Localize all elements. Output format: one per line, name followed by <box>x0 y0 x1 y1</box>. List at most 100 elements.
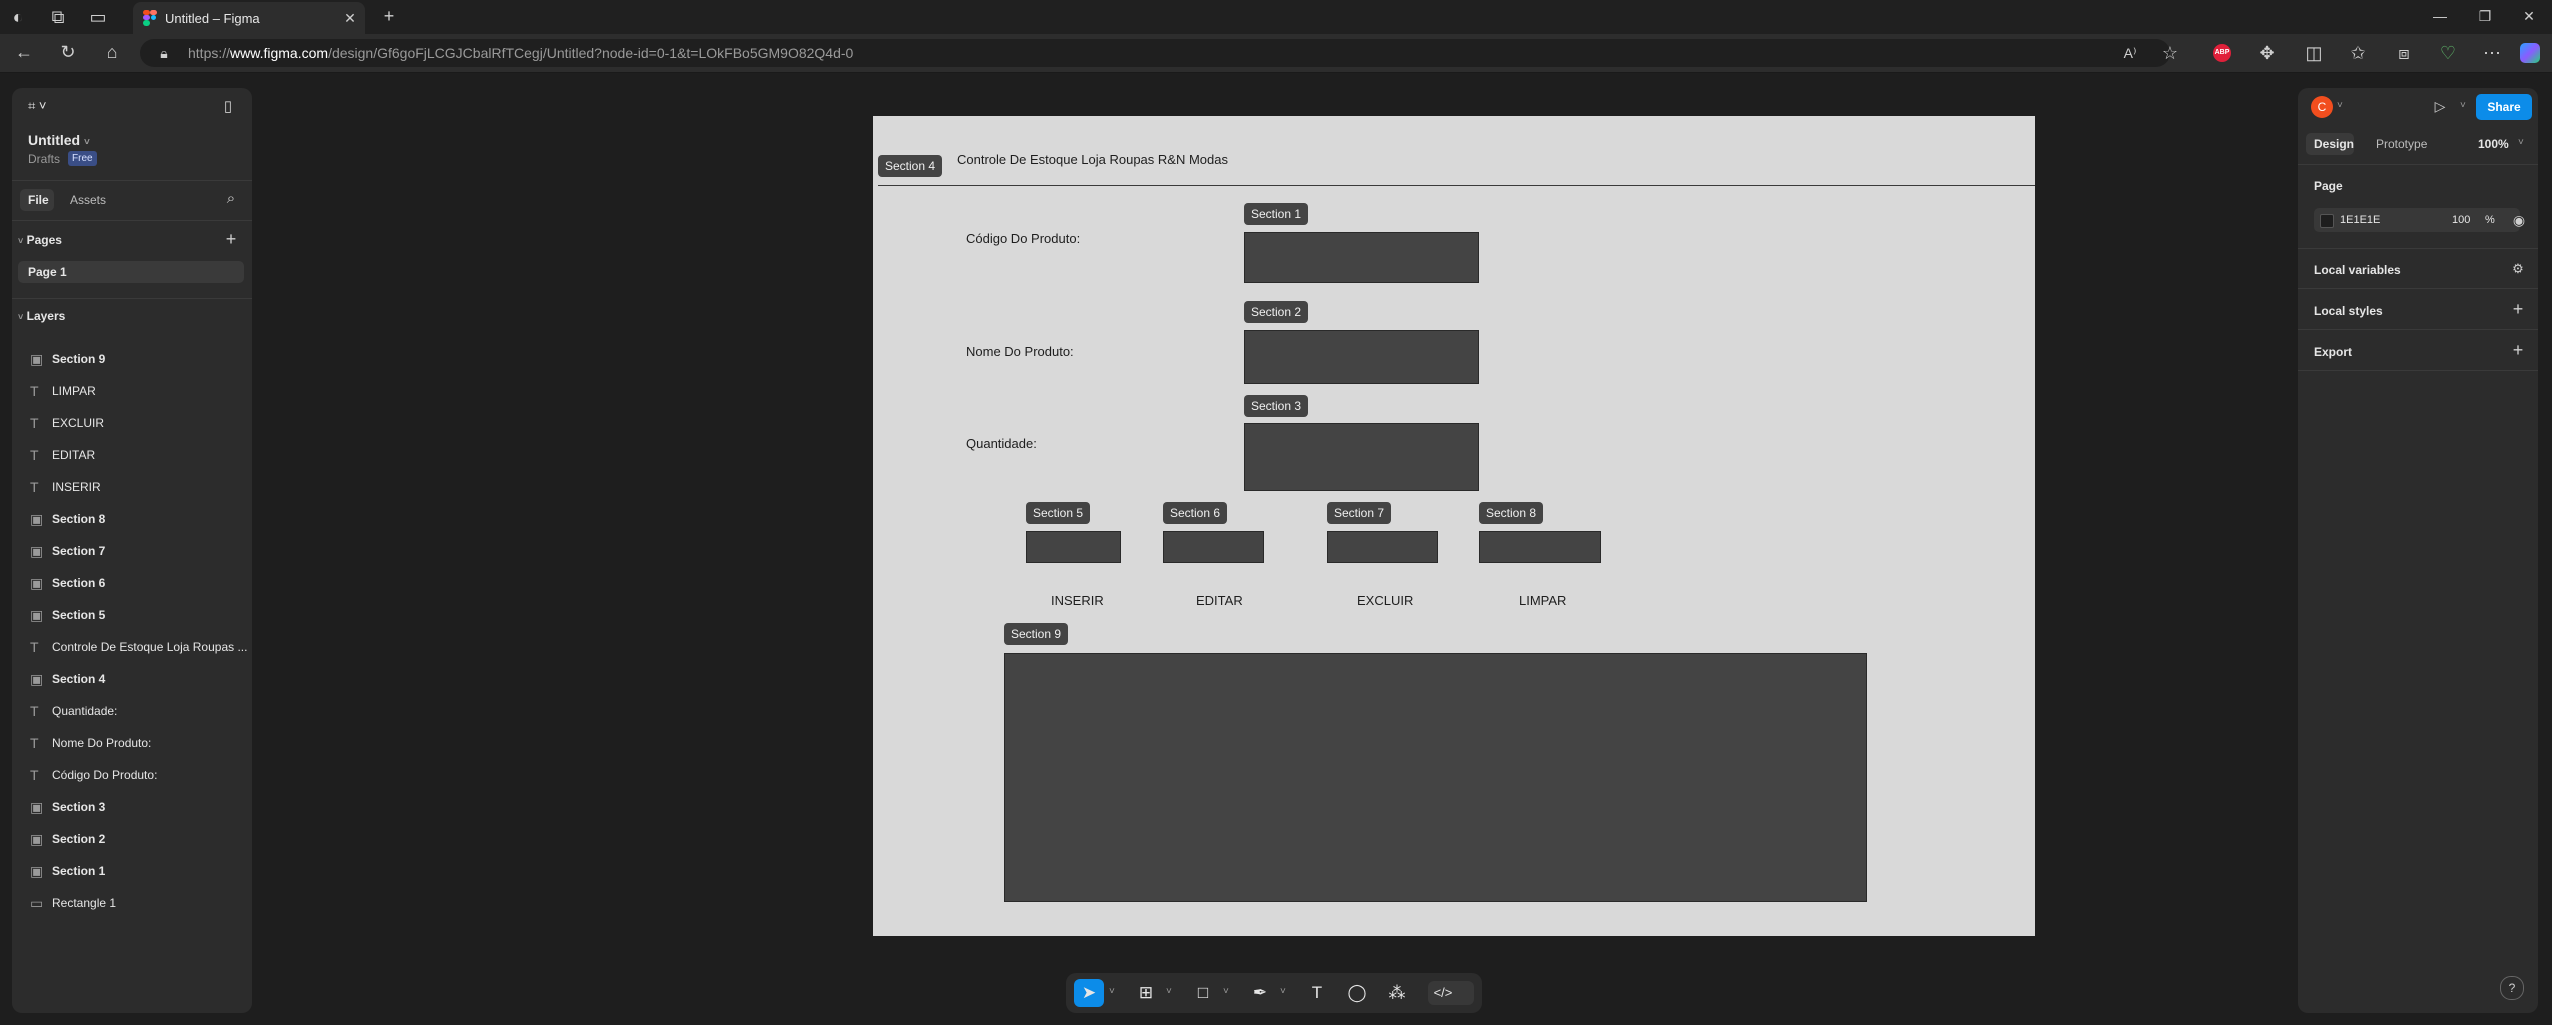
codigo-input-section[interactable] <box>1244 232 1479 283</box>
present-menu-chevron-icon[interactable]: ˅ <box>2460 100 2466 111</box>
url-text[interactable]: https://www.figma.com/design/Gf6goFjLCGJ… <box>188 45 853 61</box>
more-options-icon[interactable]: ⋯ <box>2480 43 2504 63</box>
layers-heading[interactable]: ˅ Layers <box>18 309 65 323</box>
new-tab-icon[interactable]: + <box>377 6 401 26</box>
figma-menu-icon[interactable]: ⌗ ˅ <box>28 98 47 114</box>
restore-icon[interactable]: ❐ <box>2473 6 2497 26</box>
avatar-menu-chevron-icon[interactable]: ˅ <box>2337 100 2343 111</box>
text-layer-icon: T <box>30 447 39 463</box>
move-tool-chevron-icon[interactable]: ˅ <box>1109 986 1115 997</box>
limpar-button-section[interactable] <box>1479 531 1601 563</box>
toggle-sidebar-icon[interactable]: ▯ <box>216 97 240 117</box>
page-color-hex[interactable]: 1E1E1E <box>2340 214 2380 226</box>
rectangle-tool-icon[interactable]: □ <box>1193 983 1213 1003</box>
editar-button-section[interactable] <box>1163 531 1264 563</box>
inserir-label[interactable]: INSERIR <box>1051 593 1104 608</box>
split-screen-icon[interactable]: ◫ <box>2302 43 2326 63</box>
shape-tool-chevron-icon[interactable]: ˅ <box>1223 986 1229 997</box>
lock-icon[interactable]: 🔒︎ <box>152 43 176 63</box>
variables-settings-icon[interactable]: ⚙ <box>2506 259 2530 279</box>
section-9-label[interactable]: Section 9 <box>1004 623 1069 645</box>
layer-label: Section 5 <box>52 608 106 622</box>
page-title[interactable]: Controle De Estoque Loja Roupas R&N Moda… <box>957 152 1228 167</box>
minimize-icon[interactable]: — <box>2428 6 2452 26</box>
local-variables-heading[interactable]: Local variables <box>2314 263 2401 277</box>
adblock-extension-icon[interactable]: ABP <box>2213 44 2231 62</box>
text-layer-icon: T <box>30 703 39 719</box>
favorite-star-icon[interactable]: ☆ <box>2158 43 2182 63</box>
back-icon[interactable]: ← <box>12 42 36 62</box>
results-table-section[interactable] <box>1004 653 1867 902</box>
nome-label[interactable]: Nome Do Produto: <box>966 344 1074 359</box>
excluir-label[interactable]: EXCLUIR <box>1357 593 1413 608</box>
home-icon[interactable]: ⌂ <box>100 42 124 62</box>
section-5-label[interactable]: Section 5 <box>1026 502 1091 524</box>
frame-tool-chevron-icon[interactable]: ˅ <box>1166 986 1172 997</box>
quantidade-label[interactable]: Quantidade: <box>966 436 1037 451</box>
frame-layer-icon: ▣ <box>30 671 44 687</box>
zoom-level[interactable]: 100% <box>2478 137 2509 151</box>
pen-tool-chevron-icon[interactable]: ˅ <box>1280 986 1286 997</box>
section-2-label[interactable]: Section 2 <box>1244 301 1309 323</box>
profile-icon[interactable]: ◐ <box>6 7 30 27</box>
text-layer-icon: T <box>30 383 39 399</box>
section-7-label[interactable]: Section 7 <box>1327 502 1392 524</box>
page-color-swatch[interactable] <box>2320 214 2334 228</box>
share-button[interactable]: Share <box>2476 94 2532 120</box>
frame-tool-icon[interactable]: ⊞ <box>1136 983 1156 1003</box>
reload-icon[interactable]: ↻ <box>56 42 80 62</box>
nome-input-section[interactable] <box>1244 330 1479 384</box>
file-location[interactable]: Drafts <box>28 152 60 166</box>
divider <box>12 298 252 299</box>
copilot-icon[interactable] <box>2520 43 2540 63</box>
add-page-icon[interactable]: + <box>219 229 243 249</box>
section-3-label[interactable]: Section 3 <box>1244 395 1309 417</box>
extensions-icon[interactable]: ✥ <box>2255 43 2279 63</box>
help-button[interactable]: ? <box>2500 976 2524 1000</box>
comment-tool-icon[interactable]: ◯ <box>1347 983 1367 1003</box>
inserir-button-section[interactable] <box>1026 531 1121 563</box>
quantidade-input-section[interactable] <box>1244 423 1479 491</box>
collections-icon[interactable]: ⧈ <box>2392 43 2416 63</box>
codigo-label[interactable]: Código Do Produto: <box>966 231 1080 246</box>
move-cursor-icon: ➤ <box>1081 983 1097 1002</box>
add-export-icon[interactable]: + <box>2506 340 2530 360</box>
frame-layer-icon: ▣ <box>30 543 44 559</box>
browser-essentials-icon[interactable]: ♡ <box>2436 43 2460 63</box>
search-icon[interactable]: ⌕ <box>219 189 243 209</box>
editar-label[interactable]: EDITAR <box>1196 593 1243 608</box>
section-8-label[interactable]: Section 8 <box>1479 502 1544 524</box>
frame-layer-icon: ▣ <box>30 863 44 879</box>
excluir-button-section[interactable] <box>1327 531 1438 563</box>
read-aloud-icon[interactable]: A⁾ <box>2118 43 2142 63</box>
section-4-label[interactable]: Section 4 <box>878 155 943 177</box>
export-heading[interactable]: Export <box>2314 345 2352 359</box>
section-1-label[interactable]: Section 1 <box>1244 203 1309 225</box>
avatar[interactable]: C <box>2311 96 2333 118</box>
limpar-label[interactable]: LIMPAR <box>1519 593 1566 608</box>
zoom-chevron-icon[interactable]: ˅ <box>2518 137 2524 148</box>
favorites-icon[interactable]: ✩ <box>2346 43 2370 63</box>
workspaces-icon[interactable]: ⧉ <box>46 7 70 27</box>
page-frame[interactable]: Section 4 Controle De Estoque Loja Roupa… <box>873 116 2035 936</box>
tab-prototype[interactable]: Prototype <box>2376 137 2427 151</box>
file-name[interactable]: Untitled ˅ <box>28 132 90 148</box>
close-tab-icon[interactable]: ✕ <box>338 8 362 28</box>
tab-assets[interactable]: Assets <box>70 193 106 207</box>
browser-tab[interactable]: Untitled – Figma ✕ <box>133 2 365 34</box>
section-6-label[interactable]: Section 6 <box>1163 502 1228 524</box>
resources-tool-icon[interactable]: ⁂ <box>1387 983 1407 1003</box>
pages-heading[interactable]: ˅ Pages <box>18 233 62 247</box>
text-layer-icon: T <box>30 415 39 431</box>
tab-actions-icon[interactable]: ▭ <box>86 7 110 27</box>
layer-label: Quantidade: <box>52 704 118 718</box>
text-tool-icon[interactable]: T <box>1307 983 1327 1003</box>
header-divider <box>878 185 2035 186</box>
pen-tool-icon[interactable]: ✒ <box>1250 983 1270 1003</box>
visibility-eye-icon[interactable]: ◉ <box>2507 210 2531 230</box>
close-window-icon[interactable]: ✕ <box>2517 6 2541 26</box>
present-play-icon[interactable]: ▷ <box>2428 96 2452 116</box>
local-styles-heading[interactable]: Local styles <box>2314 304 2383 318</box>
page-opacity[interactable]: 100 <box>2452 214 2470 226</box>
add-style-icon[interactable]: + <box>2506 299 2530 319</box>
